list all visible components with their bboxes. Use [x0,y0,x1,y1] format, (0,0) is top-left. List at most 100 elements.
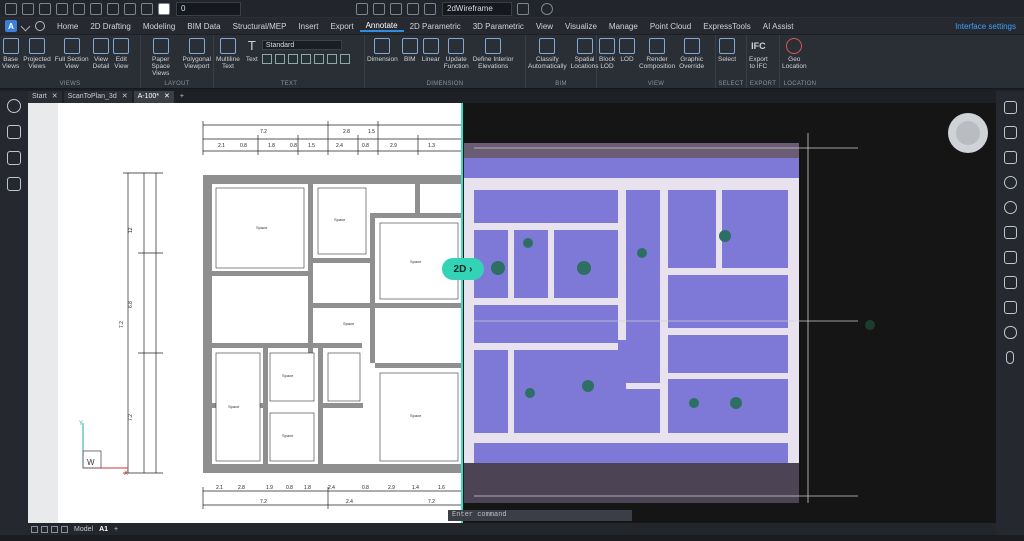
tab-2d-drafting[interactable]: 2D Drafting [84,22,136,31]
tab-manage[interactable]: Manage [603,22,644,31]
spatial-locations-button[interactable]: Spatial Locations [569,35,601,70]
graphic-override-button[interactable]: Graphic Override [677,35,706,70]
tab-export[interactable]: Export [324,22,359,31]
save-icon[interactable] [39,2,51,15]
home-icon[interactable] [7,125,21,139]
dropdown-chevron-icon[interactable] [20,21,31,31]
open-file-icon[interactable] [22,2,34,15]
app-logo[interactable]: A [5,20,17,32]
layer-lock-icon[interactable] [141,2,153,15]
search-icon[interactable] [541,2,553,15]
text-tool-icon[interactable] [339,54,350,64]
lod-button[interactable]: LOD [617,35,637,63]
geo-location-button[interactable]: Geo Location [780,35,809,70]
tab-annotate[interactable]: Annotate [359,21,404,32]
doc-tab-a100[interactable]: A-100* ✕ [133,91,174,103]
close-icon[interactable]: ✕ [164,91,170,103]
text-style-dropdown[interactable]: Standard [261,40,342,50]
tab-home[interactable]: Home [51,22,84,31]
cube-icon[interactable] [7,177,21,191]
close-icon[interactable]: ✕ [52,91,58,103]
compare-split-line[interactable] [461,103,463,523]
multiline-text-button[interactable]: Multiline Text [214,35,242,70]
properties-sliders-icon[interactable] [1003,126,1017,139]
dimension-button[interactable]: Dimension [365,35,400,63]
layer-color-swatch[interactable] [158,2,170,15]
projected-views-button[interactable]: Projected Views [21,35,52,70]
view-cube-icon[interactable] [356,2,368,15]
layout-tab-model[interactable]: Model [74,526,93,533]
tab-visualize[interactable]: Visualize [559,22,603,31]
lightbulb-icon[interactable] [7,99,21,113]
tab-3d-parametric[interactable]: 3D Parametric [467,22,530,31]
library-icon[interactable] [1003,226,1017,239]
tab-insert[interactable]: Insert [292,22,324,31]
tab-expresstools[interactable]: ExpressTools [697,22,757,31]
tab-2d-parametric[interactable]: 2D Parametric [404,22,467,31]
base-views-button[interactable]: Base Views [0,35,21,70]
navigation-wheel[interactable] [948,113,988,153]
camera-icon[interactable] [373,2,385,15]
sphere-icon[interactable] [407,2,419,15]
close-icon[interactable]: ✕ [122,91,128,103]
layout-tab-a1[interactable]: A1 [99,526,108,533]
doc-tab-start[interactable]: Start ✕ [28,91,62,103]
print-icon[interactable] [56,2,68,15]
text-tool-icon[interactable] [326,54,337,64]
full-section-view-button[interactable]: Full Section View [53,35,91,70]
linear-dimension-button[interactable]: Linear [420,35,442,63]
text-button[interactable]: T Text [242,35,262,63]
block-lod-button[interactable]: Block LOD [597,35,617,70]
select-button[interactable]: Select [716,35,738,63]
paperclip-icon[interactable] [1006,351,1014,364]
classify-automatically-button[interactable]: Classify Automatically [526,35,569,70]
add-layout-button[interactable]: + [114,526,118,533]
update-function-button[interactable]: Update Function [442,35,471,70]
define-interior-elevations-button[interactable]: Define Interior Elevations [471,35,516,70]
first-layout-icon[interactable] [31,525,38,533]
tab-view[interactable]: View [530,22,559,31]
text-tool-icon[interactable] [274,54,285,64]
text-tool-icon[interactable] [287,54,298,64]
i-beam-icon[interactable] [1003,276,1017,289]
prev-layout-icon[interactable] [41,525,48,533]
export-to-ifc-button[interactable]: IFC Export to IFC [747,35,770,70]
text-tool-icon[interactable] [261,54,272,64]
tab-point-cloud[interactable]: Point Cloud [644,22,697,31]
next-layout-icon[interactable] [51,525,58,533]
last-layout-icon[interactable] [61,525,68,533]
edit-view-button[interactable]: Edit View [111,35,131,70]
globe-icon[interactable] [517,2,529,15]
layer-dropdown[interactable]: 0 [176,1,241,16]
tab-modeling[interactable]: Modeling [137,22,181,31]
doc-tab-scantoplan[interactable]: ScanToPlan_3d ✕ [63,91,132,103]
new-tab-button[interactable]: + [176,91,188,103]
layers-icon[interactable] [1003,151,1017,164]
cloud-upload-icon[interactable] [1003,326,1017,339]
structure-tree-icon[interactable] [7,151,21,165]
polygonal-viewport-button[interactable]: Polygonal Viewport [180,35,213,70]
command-line[interactable]: Enter command [448,510,632,521]
tab-ai-assist[interactable]: AI Assist [757,22,800,31]
lightbulb-icon[interactable] [1003,176,1017,189]
box-icon[interactable] [390,2,402,15]
star-icon[interactable] [1003,301,1017,314]
cursor-select-icon[interactable] [1003,101,1017,114]
render-composition-button[interactable]: Render Composition [637,35,677,70]
tab-structural-mep[interactable]: Structural/MEP [227,22,293,31]
interface-settings-link[interactable]: Interface settings [955,22,1016,31]
view-detail-button[interactable]: View Detail [91,35,112,70]
drawing-canvas[interactable]: 7.2 2.8 1.5 2.1 0.8 1.8 0.8 1.5 2.4 0.8 … [28,103,996,523]
visual-style-dropdown[interactable]: 2dWireframe [442,1,512,16]
monitor-icon[interactable] [1003,251,1017,264]
paper-space-views-button[interactable]: Paper Space Views [141,35,180,77]
undo-icon[interactable] [73,2,85,15]
search-icon[interactable] [35,21,45,31]
redo-icon[interactable] [90,2,102,15]
layer-sun-icon[interactable] [124,2,136,15]
new-file-icon[interactable] [5,2,17,15]
2d-toggle-button[interactable]: 2D › [442,258,484,280]
text-tool-icon[interactable] [313,54,324,64]
sound-waves-icon[interactable] [1003,201,1017,214]
drawing-viewport[interactable]: 7.2 2.8 1.5 2.1 0.8 1.8 0.8 1.5 2.4 0.8 … [28,103,996,523]
